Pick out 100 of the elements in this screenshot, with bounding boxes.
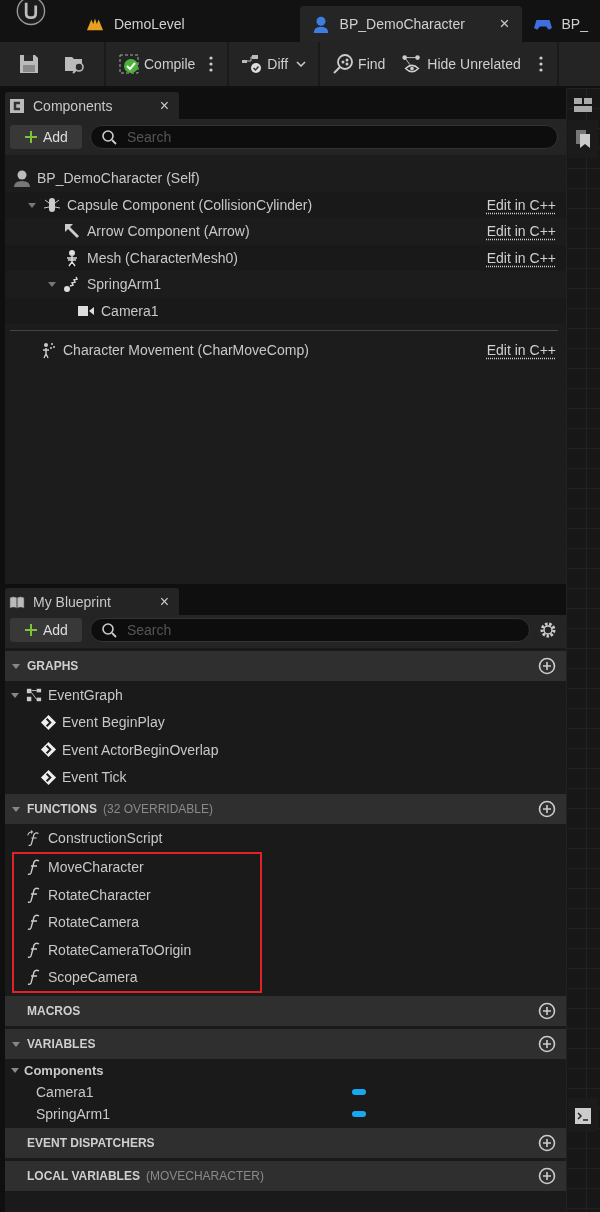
search-icon [100, 622, 117, 638]
expanded-arrow-icon[interactable] [11, 1039, 21, 1049]
book-icon [9, 593, 25, 610]
function-icon [26, 858, 42, 877]
add-button[interactable]: Add [10, 125, 82, 149]
section-title: VARIABLES [27, 1037, 96, 1051]
close-icon[interactable]: × [159, 592, 169, 611]
edit-link[interactable]: Edit in C++ [486, 223, 556, 240]
section-header[interactable]: MACROS [5, 996, 566, 1026]
add-icon[interactable] [538, 1167, 556, 1185]
add-button[interactable]: Add [10, 618, 82, 642]
more-icon[interactable] [538, 56, 543, 72]
function-icon [26, 968, 42, 987]
add-icon[interactable] [538, 1002, 556, 1020]
document-tab[interactable]: DemoLevel [79, 6, 300, 42]
close-icon[interactable]: × [499, 14, 510, 34]
spring-icon [63, 275, 81, 294]
search-field[interactable]: Search [89, 125, 558, 149]
plus-icon [24, 130, 38, 144]
panel-tab[interactable]: Components × [5, 92, 179, 119]
item-label[interactable]: EventGraph [48, 686, 123, 703]
component-label[interactable]: Character Movement (CharMoveComp) [63, 342, 309, 359]
close-icon[interactable]: × [159, 96, 169, 115]
terminal-icon[interactable] [575, 1106, 591, 1124]
section-header[interactable]: VARIABLES [5, 1029, 566, 1059]
component-label[interactable]: SpringArm1 [87, 276, 161, 293]
function-icon [26, 913, 42, 932]
browse-icon[interactable] [64, 54, 86, 74]
layout-icon[interactable] [574, 98, 592, 112]
save-icon[interactable] [18, 54, 40, 74]
section-subtitle: (MOVECHARACTER) [145, 1169, 264, 1183]
expanded-arrow-icon[interactable] [10, 1065, 20, 1075]
search-field[interactable]: Search [89, 618, 530, 642]
document-tab[interactable]: BP_DemoCharacter × [299, 6, 522, 42]
settings-icon[interactable] [538, 620, 558, 640]
item-label[interactable]: Event BeginPlay [62, 714, 165, 731]
plus-icon [24, 623, 38, 637]
add-icon[interactable] [538, 657, 556, 675]
find-button[interactable]: Find [330, 49, 388, 79]
panel-title: My Blueprint [33, 593, 111, 610]
capsule-icon [43, 195, 61, 214]
add-icon[interactable] [538, 800, 556, 818]
panel-title: Components [33, 97, 113, 114]
diff-icon [241, 53, 264, 75]
document-tab[interactable]: BP_ [521, 6, 600, 42]
diff-button[interactable]: Diff [239, 49, 309, 79]
more-icon[interactable] [209, 56, 214, 72]
component-label[interactable]: Mesh (CharacterMesh0) [87, 249, 238, 266]
tab-label: BP_ [561, 16, 588, 32]
item-label[interactable]: RotateCharacter [48, 886, 151, 903]
section-header[interactable]: EVENT DISPATCHERS [5, 1128, 566, 1158]
expanded-arrow-icon[interactable] [11, 804, 21, 814]
item-label[interactable]: Camera1 [36, 1084, 156, 1100]
section-title: LOCAL VARIABLES [27, 1169, 140, 1183]
bookmark-icon[interactable] [575, 130, 591, 148]
item-label[interactable]: ConstructionScript [48, 829, 163, 846]
item-label[interactable]: Event ActorBeginOverlap [62, 741, 219, 758]
function-icon [26, 940, 42, 959]
section-title: MACROS [27, 1004, 81, 1018]
item-label[interactable]: Event Tick [62, 769, 127, 786]
expanded-arrow-icon[interactable] [11, 661, 21, 671]
section-header[interactable]: GRAPHS [5, 651, 566, 681]
compile-status-icon [118, 53, 140, 75]
tab-label: BP_DemoCharacter [339, 16, 465, 32]
variable-type-pill [352, 1111, 366, 1117]
panel-tab[interactable]: My Blueprint × [5, 588, 179, 615]
search-input[interactable]: Search [124, 128, 547, 146]
item-label[interactable]: ScopeCamera [48, 969, 138, 986]
event-icon [40, 713, 57, 731]
component-label[interactable]: BP_DemoCharacter (Self) [37, 170, 200, 187]
edit-link[interactable]: Edit in C++ [486, 342, 556, 359]
section-subtitle: (32 OVERRIDABLE) [103, 802, 214, 816]
edit-link[interactable]: Edit in C++ [486, 249, 556, 266]
add-icon[interactable] [538, 1134, 556, 1152]
item-label[interactable]: RotateCamera [48, 914, 140, 931]
event-icon [40, 741, 57, 759]
person-icon [13, 169, 31, 188]
search-input[interactable]: Search [124, 621, 519, 639]
hide-unrelated-button[interactable]: Hide Unrelated [399, 49, 523, 79]
compile-button[interactable]: Compile [116, 49, 198, 79]
search-icon [100, 129, 117, 145]
item-label[interactable]: MoveCharacter [48, 859, 144, 876]
caret-icon [296, 61, 307, 67]
event-icon [40, 768, 57, 786]
edit-link[interactable]: Edit in C++ [486, 196, 556, 213]
section-header[interactable]: FUNCTIONS (32 OVERRIDABLE) [5, 794, 566, 824]
arrow-icon [63, 222, 81, 241]
add-icon[interactable] [538, 1035, 556, 1053]
component-label[interactable]: Arrow Component (Arrow) [87, 223, 250, 240]
component-label[interactable]: Capsule Component (CollisionCylinder) [67, 196, 313, 213]
item-label[interactable]: RotateCameraToOrigin [48, 941, 192, 958]
item-label[interactable]: SpringArm1 [36, 1106, 156, 1122]
function-icon [26, 885, 42, 904]
section-title: EVENT DISPATCHERS [27, 1136, 155, 1150]
section-title: FUNCTIONS [27, 802, 97, 816]
variable-type-pill [352, 1089, 366, 1095]
category-label[interactable]: Components [24, 1062, 104, 1078]
component-label[interactable]: Camera1 [101, 302, 159, 319]
person-icon [311, 15, 330, 33]
section-header[interactable]: LOCAL VARIABLES (MOVECHARACTER) [5, 1161, 566, 1191]
